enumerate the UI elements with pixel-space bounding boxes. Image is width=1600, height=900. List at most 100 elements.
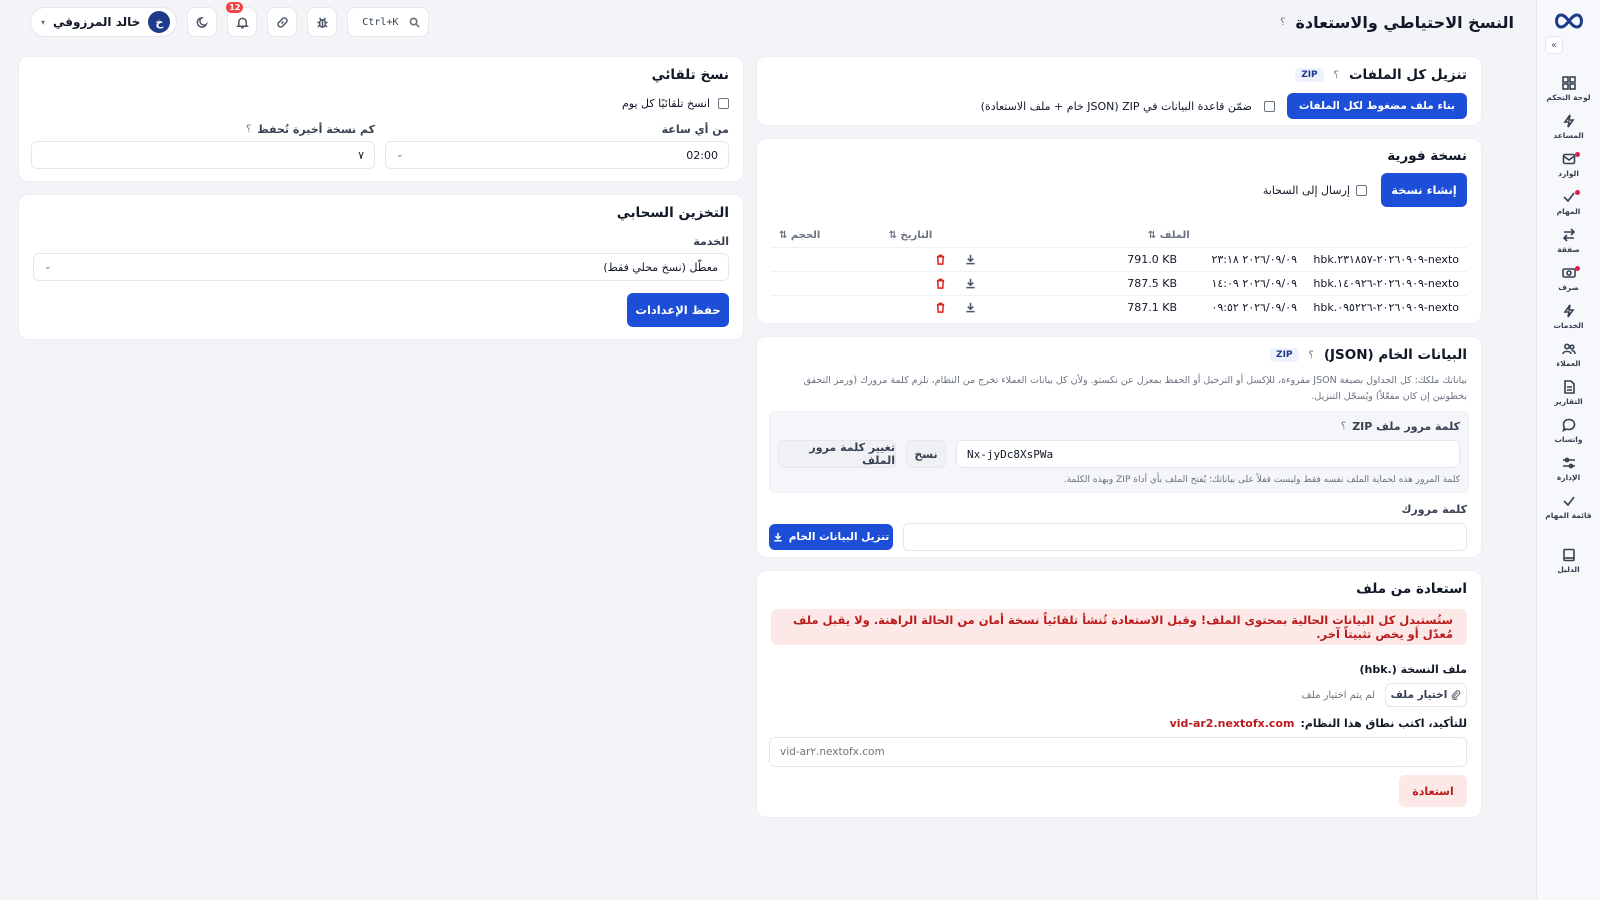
page-title: النسخ الاحتياطي والاستعادة: [1295, 12, 1514, 32]
table-row: nexto-٢٠٢٦٠٩٠٩-٢٣١٨٥٧.hbk ٢٠٢٦/٠٩/٠٩ ٢٣:…: [771, 247, 1467, 271]
delete-icon[interactable]: [933, 277, 947, 291]
notifications-button[interactable]: 12: [226, 2, 258, 37]
download-icon[interactable]: [963, 253, 977, 267]
grid-icon: [1561, 76, 1576, 90]
hour-select[interactable]: 02:00 ⌄: [385, 141, 729, 169]
sidebar-item-dashboard[interactable]: لوحة التحكم: [1541, 70, 1597, 108]
help-icon[interactable]: ؟: [1309, 350, 1314, 361]
hour-label: من أي ساعة: [661, 123, 729, 136]
restore-button[interactable]: استعادة: [1399, 775, 1467, 807]
backups-table: الملف ⇅ التاريخ ⇅ الحجم ⇅ nexto-٢٠٢٦٠٩٠٩…: [771, 223, 1467, 319]
search-icon: [409, 17, 420, 28]
raw-data-title: البيانات الخام (JSON): [1323, 347, 1467, 363]
restore-card: استعادة من ملف ستُستبدل كل البيانات الحا…: [756, 570, 1482, 818]
sidebar-item-clients[interactable]: العملاء: [1541, 336, 1597, 374]
debug-button[interactable]: [307, 7, 338, 37]
help-icon[interactable]: ؟: [246, 124, 251, 135]
sidebar-item-label: الخدمات: [1553, 321, 1584, 330]
your-password-label: كلمة مرورك: [1401, 503, 1467, 516]
sidebar-item-reports[interactable]: التقارير: [1541, 374, 1597, 412]
column-file[interactable]: الملف ⇅: [1148, 230, 1467, 241]
sidebar-item-task-list[interactable]: قائمة المهام: [1541, 488, 1597, 526]
service-value: معطّل (نسخ محلي فقط): [603, 260, 718, 274]
sidebar-item-exchange[interactable]: صرف: [1541, 260, 1597, 298]
bug-icon: [317, 17, 328, 28]
daily-backup-checkbox[interactable]: [718, 98, 729, 109]
cloud-storage-card: التخزين السحابي الخدمة معطّل (نسخ محلي ف…: [18, 194, 744, 340]
table-row: nexto-٢٠٢٦٠٩٠٩-١٤٠٩٢٦.hbk ٢٠٢٦/٠٩/٠٩ ١٤:…: [771, 271, 1467, 295]
confirm-domain: vid-ar2.nextofx.com: [1169, 717, 1295, 730]
instant-backup-title: نسخة فورية: [1387, 148, 1467, 164]
choose-file-button[interactable]: اختيار ملف: [1385, 683, 1467, 707]
column-date[interactable]: التاريخ ⇅: [889, 230, 1148, 241]
auto-backup-card: نسخ تلقائي انسخ تلقائيًا كل يوم من أي سا…: [18, 56, 744, 182]
zip-password-box: كلمة مرور ملف ZIP ؟ Nx-jyDc8XsPWa نسخ تغ…: [769, 411, 1469, 493]
help-icon[interactable]: ؟: [1341, 421, 1346, 432]
chat-icon: [1561, 418, 1575, 432]
download-icon[interactable]: [963, 277, 977, 291]
service-label: الخدمة: [693, 235, 729, 248]
sidebar-item-assistant[interactable]: المساعد: [1541, 108, 1597, 146]
avatar: خ: [148, 11, 171, 33]
check-icon: [1562, 496, 1575, 507]
sliders-icon: [1562, 457, 1575, 469]
chevron-down-icon: ⌄: [44, 262, 52, 272]
daily-backup-label: انسخ تلقائيًا كل يوم: [622, 97, 710, 110]
sidebar-item-services[interactable]: الخدمات: [1541, 298, 1597, 336]
cloud-storage-title: التخزين السحابي: [616, 205, 729, 221]
confirm-label: للتأكيد، اكتب نطاق هذا النظام:: [1300, 717, 1467, 730]
users-icon: [1561, 343, 1576, 355]
change-password-button[interactable]: تغيير كلمة مرور الملف: [778, 440, 896, 468]
sidebar-item-tasks[interactable]: المهام: [1541, 184, 1597, 222]
sidebar-item-label: صرف: [1558, 283, 1579, 292]
zip-tag: ZIP: [1270, 348, 1299, 362]
bell-icon: [235, 17, 249, 28]
keep-count-input[interactable]: ٧: [31, 141, 375, 169]
keep-count-label: كم نسخة أخيرة تُحفظ: [257, 123, 375, 136]
your-password-input[interactable]: [903, 523, 1467, 551]
unread-dot: [1574, 266, 1580, 271]
include-db-label: ضمّن قاعدة البيانات في ZIP (JSON خام + م…: [980, 99, 1252, 113]
delete-icon[interactable]: [933, 301, 947, 315]
create-backup-button[interactable]: إنشاء نسخة: [1381, 173, 1467, 207]
download-all-card: تنزيل كل الملفات ؟ ZIP بناء ملف مضغوط لك…: [756, 56, 1482, 126]
top-bar: النسخ الاحتياطي والاستعادة ؟ ▾ خالد المر…: [0, 0, 1536, 44]
unread-dot: [1574, 152, 1580, 157]
help-icon[interactable]: ؟: [1280, 17, 1285, 28]
link-button[interactable]: [267, 7, 298, 37]
help-icon[interactable]: ؟: [1334, 70, 1339, 81]
choose-file-label: اختيار ملف: [1390, 689, 1448, 701]
sidebar-item-deal[interactable]: صفقة: [1541, 222, 1597, 260]
download-icon[interactable]: [963, 301, 977, 315]
row-date: ٢٠٢٦/٠٩/٠٩ ١٤:٠٩: [1211, 277, 1297, 290]
send-cloud-checkbox[interactable]: [1356, 184, 1367, 196]
delete-icon[interactable]: [933, 253, 947, 267]
search-button[interactable]: Ctrl+K: [347, 7, 430, 37]
cash-icon: [1561, 268, 1576, 278]
row-actions: [771, 277, 977, 291]
instant-backup-card: نسخة فورية إنشاء نسخة إرسال إلى السحابة …: [756, 138, 1482, 324]
moon-icon: [196, 16, 208, 28]
theme-toggle-button[interactable]: [187, 7, 218, 37]
bolt-icon: [1562, 114, 1575, 128]
user-menu[interactable]: ▾ خالد المرزوقي خ: [30, 7, 178, 37]
include-db-checkbox[interactable]: [1263, 100, 1275, 112]
sidebar-item-admin[interactable]: الإدارة: [1541, 450, 1597, 488]
row-actions: [771, 253, 977, 267]
confirm-domain-input[interactable]: [769, 737, 1467, 767]
app-logo[interactable]: [1551, 10, 1587, 32]
service-select[interactable]: معطّل (نسخ محلي فقط) ⌄: [33, 253, 729, 281]
copy-password-button[interactable]: نسخ: [906, 440, 946, 468]
build-zip-button[interactable]: بناء ملف مضغوط لكل الملفات: [1286, 93, 1467, 119]
chevron-down-icon: ▾: [41, 17, 46, 27]
save-settings-button[interactable]: حفظ الإعدادات: [627, 293, 729, 327]
sidebar-item-guide[interactable]: الدليل: [1541, 542, 1597, 580]
zip-password-field[interactable]: Nx-jyDc8XsPWa: [956, 440, 1460, 468]
collapse-sidebar-button[interactable]: »: [1545, 36, 1563, 54]
sidebar-item-whatsapp[interactable]: واتساب: [1541, 412, 1597, 450]
download-raw-button[interactable]: تنزيل البيانات الخام: [769, 524, 893, 550]
column-size[interactable]: الحجم ⇅: [779, 230, 889, 241]
auto-backup-title: نسخ تلقائي: [651, 67, 729, 83]
notification-count-badge: 12: [226, 2, 244, 13]
sidebar-item-inbox[interactable]: الوارد: [1541, 146, 1597, 184]
